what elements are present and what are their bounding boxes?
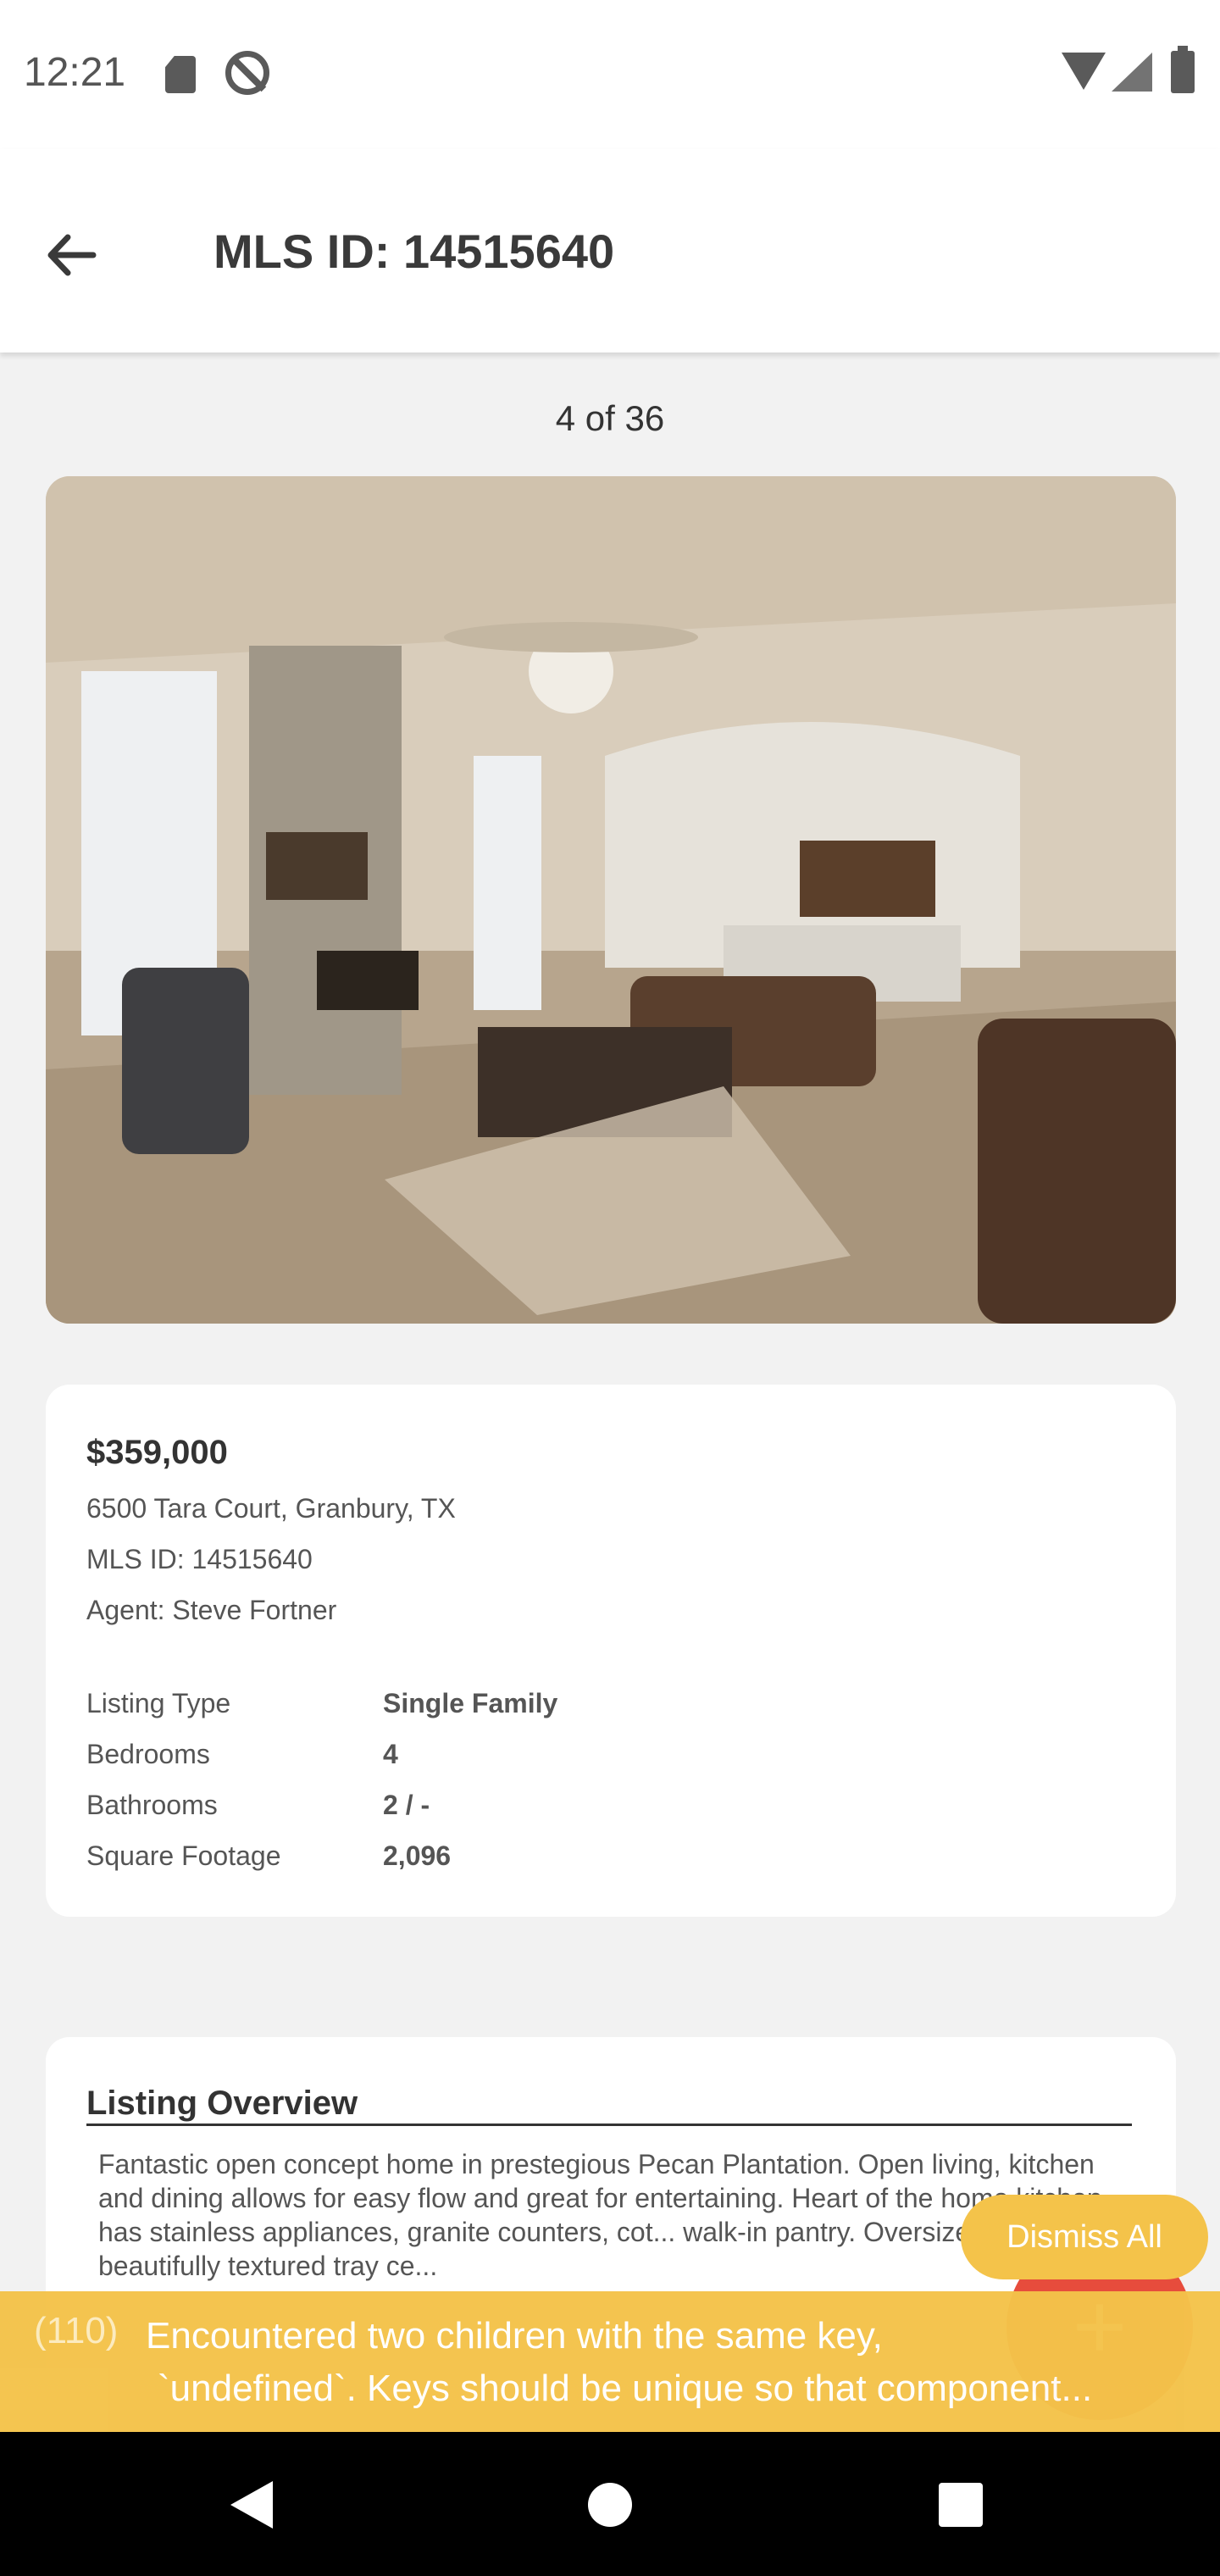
error-toast[interactable]: (110) Encountered two children with the … bbox=[0, 2291, 1220, 2432]
spec-label-square-footage: Square Footage bbox=[86, 1840, 281, 1871]
page-title: MLS ID: 14515640 bbox=[214, 225, 615, 278]
photo-counter: 4 of 36 bbox=[555, 398, 665, 438]
back-button[interactable] bbox=[34, 217, 110, 293]
signal-icon bbox=[1112, 53, 1152, 92]
overview-divider bbox=[86, 2124, 1132, 2126]
spec-label-bedrooms: Bedrooms bbox=[86, 1739, 210, 1769]
listing-mls-id: MLS ID: 14515640 bbox=[86, 1544, 313, 1574]
spec-value-bedrooms: 4 bbox=[383, 1739, 398, 1769]
spec-value-bathrooms: 2 / - bbox=[383, 1790, 430, 1820]
listing-price: $359,000 bbox=[86, 1434, 228, 1471]
spec-value-listing-type: Single Family bbox=[383, 1688, 558, 1718]
sd-card-icon bbox=[165, 56, 196, 93]
battery-icon bbox=[1171, 46, 1195, 93]
nav-recents-icon[interactable] bbox=[939, 2483, 983, 2527]
error-message-line1: Encountered two children with the same k… bbox=[146, 2315, 883, 2357]
nav-back-icon[interactable] bbox=[230, 2481, 273, 2529]
nav-home-icon[interactable] bbox=[588, 2483, 632, 2527]
spec-label-listing-type: Listing Type bbox=[86, 1688, 231, 1718]
spec-value-square-footage: 2,096 bbox=[383, 1840, 452, 1871]
spec-label-bathrooms: Bathrooms bbox=[86, 1790, 218, 1820]
listing-info-card: $359,000 6500 Tara Court, Granbury, TX M… bbox=[46, 1385, 1176, 1917]
sync-off-icon bbox=[225, 51, 269, 95]
error-count: (110) bbox=[34, 2310, 119, 2351]
status-bar: 12:21 bbox=[0, 0, 1220, 149]
arrow-back-icon bbox=[47, 234, 97, 276]
listing-photo[interactable] bbox=[46, 476, 1176, 1324]
dismiss-all-button[interactable]: Dismiss All bbox=[961, 2195, 1208, 2279]
app-header: MLS ID: 14515640 bbox=[0, 149, 1220, 353]
wifi-icon bbox=[1062, 53, 1106, 90]
listing-address: 6500 Tara Court, Granbury, TX bbox=[86, 1493, 456, 1524]
overview-title: Listing Overview bbox=[86, 2085, 358, 2122]
status-time: 12:21 bbox=[24, 50, 126, 95]
error-message-line2: `undefined`. Keys should be unique so th… bbox=[158, 2368, 1093, 2409]
listing-agent: Agent: Steve Fortner bbox=[86, 1595, 337, 1625]
